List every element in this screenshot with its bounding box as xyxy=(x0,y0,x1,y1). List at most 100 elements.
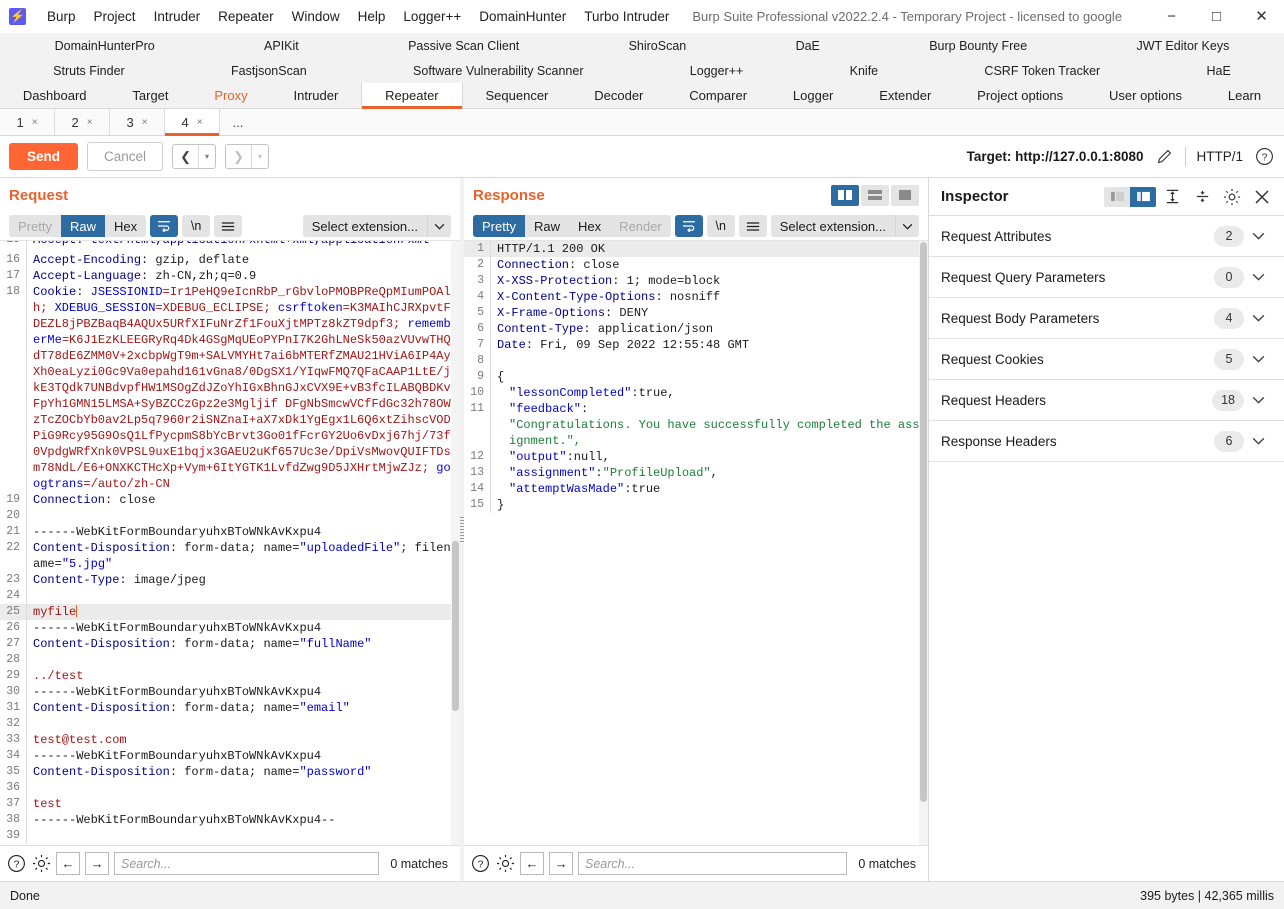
split-vertical-icon[interactable] xyxy=(831,184,859,206)
code-text[interactable]: Date: Fri, 09 Sep 2022 12:55:48 GMT xyxy=(497,337,928,353)
code-text[interactable]: X-XSS-Protection: 1; mode=block xyxy=(497,273,928,289)
code-text[interactable]: { xyxy=(497,369,928,385)
response-code-lines[interactable]: 1 HTTP/1.1 200 OK 2 Connection: close 3 X-XSS… xyxy=(464,241,928,845)
code-text[interactable]: HTTP/1.1 200 OK xyxy=(497,241,928,257)
extension-tab-knife[interactable]: Knife xyxy=(796,58,931,83)
response-search-question-circle-icon[interactable]: ? xyxy=(470,854,490,874)
code-text[interactable]: Content-Disposition: form-data; name="pa… xyxy=(33,764,460,780)
repeater-tab-close-icon[interactable]: × xyxy=(32,117,38,128)
single-pane-icon[interactable] xyxy=(891,184,919,206)
menu-item-intruder[interactable]: Intruder xyxy=(145,0,210,33)
code-text[interactable]: "assignment":"ProfileUpload", xyxy=(497,465,928,481)
close-button[interactable]: ✕ xyxy=(1239,0,1284,33)
response-view-hex[interactable]: Hex xyxy=(569,215,610,237)
response-search-arrow-right-icon[interactable]: → xyxy=(549,852,573,875)
response-search-input[interactable] xyxy=(578,852,848,875)
minimize-button[interactable]: − xyxy=(1149,0,1194,33)
panel-right-icon[interactable] xyxy=(1130,186,1156,207)
extension-tab-fastjsonscan[interactable]: FastjsonScan xyxy=(178,58,360,83)
code-text[interactable] xyxy=(33,508,460,524)
request-newline-button[interactable]: \n xyxy=(182,215,211,237)
inspector-gear-icon[interactable] xyxy=(1218,184,1246,210)
pencil-icon[interactable] xyxy=(1153,146,1175,168)
code-text[interactable] xyxy=(33,588,460,604)
menu-item-project[interactable]: Project xyxy=(85,0,145,33)
chevron-down-icon[interactable] xyxy=(1244,273,1272,281)
code-text[interactable] xyxy=(497,353,928,369)
request-search-arrow-left-icon[interactable]: ← xyxy=(56,852,80,875)
request-editor[interactable]: 15 Accept: text/html,application/xhtml+xm… xyxy=(0,240,460,845)
response-newline-button[interactable]: \n xyxy=(706,215,735,237)
code-text[interactable]: ------WebKitFormBoundaryuhxBToWNkAvKxpu4 xyxy=(33,684,460,700)
tab-user-options[interactable]: User options xyxy=(1086,83,1205,108)
response-scrollbar[interactable] xyxy=(919,241,928,845)
tab-learn[interactable]: Learn xyxy=(1205,83,1284,108)
chevron-down-icon[interactable] xyxy=(895,215,919,237)
extension-tab-shiroscan[interactable]: ShiroScan xyxy=(574,33,741,58)
tab-proxy[interactable]: Proxy xyxy=(191,83,270,108)
request-search-arrow-right-icon[interactable]: → xyxy=(85,852,109,875)
menu-item-turbo-intruder[interactable]: Turbo Intruder xyxy=(575,0,678,33)
tab-sequencer[interactable]: Sequencer xyxy=(463,83,572,108)
extension-tab-jwt-editor-keys[interactable]: JWT Editor Keys xyxy=(1082,33,1284,58)
chevron-down-icon[interactable] xyxy=(1244,355,1272,363)
menu-item-repeater[interactable]: Repeater xyxy=(209,0,283,33)
extension-tab-struts-finder[interactable]: Struts Finder xyxy=(0,58,178,83)
code-text[interactable] xyxy=(33,652,460,668)
tab-comparer[interactable]: Comparer xyxy=(666,83,770,108)
code-text[interactable]: "Congratulations. You have successfully … xyxy=(497,417,928,449)
code-text[interactable]: "feedback": xyxy=(497,401,928,417)
cancel-button[interactable]: Cancel xyxy=(87,142,164,171)
extension-tab-apikit[interactable]: APIKit xyxy=(209,33,353,58)
response-search-arrow-left-icon[interactable]: ← xyxy=(520,852,544,875)
code-text[interactable]: "output":null, xyxy=(497,449,928,465)
request-view-raw[interactable]: Raw xyxy=(60,215,105,237)
code-text[interactable]: Content-Type: application/json xyxy=(497,321,928,337)
chevron-left-icon[interactable]: ❮ xyxy=(173,145,198,168)
request-search-gear-icon[interactable] xyxy=(31,854,51,874)
request-scrollbar-thumb[interactable] xyxy=(452,541,459,711)
code-text[interactable]: X-Content-Type-Options: nosniff xyxy=(497,289,928,305)
send-button[interactable]: Send xyxy=(9,143,79,170)
code-text[interactable]: Accept-Encoding: gzip, deflate xyxy=(33,252,460,268)
chevron-down-icon[interactable] xyxy=(1244,314,1272,322)
repeater-tab-close-icon[interactable]: × xyxy=(142,117,148,128)
tab-logger[interactable]: Logger xyxy=(770,83,856,108)
request-hamburger-menu-icon[interactable] xyxy=(214,215,243,237)
repeater-tab-2[interactable]: 2 × xyxy=(55,109,110,135)
code-text[interactable]: ------WebKitFormBoundaryuhxBToWNkAvKxpu4 xyxy=(33,748,460,764)
extension-tab-passive-scan-client[interactable]: Passive Scan Client xyxy=(353,33,573,58)
tab-extender[interactable]: Extender xyxy=(856,83,954,108)
tab-intruder[interactable]: Intruder xyxy=(271,83,362,108)
tab-repeater[interactable]: Repeater xyxy=(361,83,463,109)
menu-item-logger-[interactable]: Logger++ xyxy=(394,0,470,33)
http-version-label[interactable]: HTTP/1 xyxy=(1196,149,1243,164)
repeater-tab-close-icon[interactable]: × xyxy=(197,117,203,128)
inspector-section-request-cookies[interactable]: Request Cookies 5 xyxy=(929,339,1284,380)
code-text[interactable]: Content-Disposition: form-data; name="up… xyxy=(33,540,460,572)
forward-split-button[interactable]: ❯ ▾ xyxy=(225,144,270,169)
collapse-all-icon[interactable] xyxy=(1188,184,1216,210)
request-view-hex[interactable]: Hex xyxy=(105,215,146,237)
response-extension-select[interactable]: Select extension... xyxy=(770,215,919,237)
repeater-tab-1[interactable]: 1 × xyxy=(0,109,55,135)
response-editor[interactable]: 1 HTTP/1.1 200 OK 2 Connection: close 3 X-XSS… xyxy=(464,240,928,845)
menu-item-help[interactable]: Help xyxy=(349,0,395,33)
back-split-button[interactable]: ❮ ▾ xyxy=(172,144,217,169)
request-scrollbar[interactable] xyxy=(451,241,460,845)
code-text[interactable]: Accept: text/html,application/xhtml+xml,… xyxy=(33,241,460,252)
chevron-right-icon[interactable]: ❯ xyxy=(226,145,251,168)
tab-project-options[interactable]: Project options xyxy=(954,83,1086,108)
extension-tab-dae[interactable]: DaE xyxy=(741,33,875,58)
menu-item-window[interactable]: Window xyxy=(283,0,349,33)
code-text[interactable]: "attemptWasMade":true xyxy=(497,481,928,497)
extension-tab-software-vulnerability-scanner[interactable]: Software Vulnerability Scanner xyxy=(360,58,637,83)
request-code-lines[interactable]: 15 Accept: text/html,application/xhtml+xm… xyxy=(0,241,460,845)
extension-tab-domainhunterpro[interactable]: DomainHunterPro xyxy=(0,33,209,58)
response-view-raw[interactable]: Raw xyxy=(525,215,569,237)
code-text[interactable] xyxy=(33,716,460,732)
panel-left-icon[interactable] xyxy=(1104,186,1130,207)
code-text[interactable]: ------WebKitFormBoundaryuhxBToWNkAvKxpu4 xyxy=(33,524,460,540)
question-circle-icon[interactable]: ? xyxy=(1253,146,1275,168)
code-text[interactable]: test xyxy=(33,796,460,812)
